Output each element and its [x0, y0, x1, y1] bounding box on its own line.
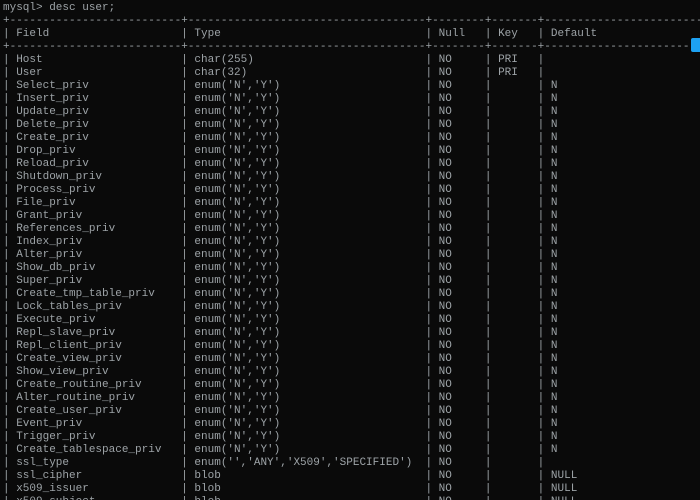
table-row: | Create_tablespace_priv | enum('N','Y')…: [3, 444, 697, 457]
table-row: | Show_view_priv | enum('N','Y') | NO | …: [3, 366, 697, 379]
table-row: | Super_priv | enum('N','Y') | NO | | N …: [3, 275, 697, 288]
table-row: | Alter_routine_priv | enum('N','Y') | N…: [3, 392, 697, 405]
table-row: | Update_priv | enum('N','Y') | NO | | N…: [3, 106, 697, 119]
table-row: | x509_subject | blob | NO | | NULL | |: [3, 496, 697, 500]
table-border: +--------------------------+------------…: [3, 41, 697, 54]
table-row: | Insert_priv | enum('N','Y') | NO | | N…: [3, 93, 697, 106]
table-row: | Alter_priv | enum('N','Y') | NO | | N …: [3, 249, 697, 262]
desc-user-table: +--------------------------+------------…: [3, 15, 697, 500]
table-row: | Select_priv | enum('N','Y') | NO | | N…: [3, 80, 697, 93]
table-row: | x509_issuer | blob | NO | | NULL | |: [3, 483, 697, 496]
table-row: | ssl_type | enum('','ANY','X509','SPECI…: [3, 457, 697, 470]
table-row: | Execute_priv | enum('N','Y') | NO | | …: [3, 314, 697, 327]
table-row: | Create_view_priv | enum('N','Y') | NO …: [3, 353, 697, 366]
table-row: | Create_routine_priv | enum('N','Y') | …: [3, 379, 697, 392]
table-row: | ssl_cipher | blob | NO | | NULL | |: [3, 470, 697, 483]
table-row: | Grant_priv | enum('N','Y') | NO | | N …: [3, 210, 697, 223]
table-row: | Create_priv | enum('N','Y') | NO | | N…: [3, 132, 697, 145]
table-row: | Drop_priv | enum('N','Y') | NO | | N |…: [3, 145, 697, 158]
table-row: | Reload_priv | enum('N','Y') | NO | | N…: [3, 158, 697, 171]
table-row: | Host | char(255) | NO | PRI | | |: [3, 54, 697, 67]
side-widget-stub[interactable]: [691, 38, 700, 52]
table-row: | Shutdown_priv | enum('N','Y') | NO | |…: [3, 171, 697, 184]
table-header-row: | Field | Type | Null | Key | Default | …: [3, 28, 697, 41]
table-row: | File_priv | enum('N','Y') | NO | | N |…: [3, 197, 697, 210]
table-row: | User | char(32) | NO | PRI | | |: [3, 67, 697, 80]
table-row: | Delete_priv | enum('N','Y') | NO | | N…: [3, 119, 697, 132]
table-row: | Event_priv | enum('N','Y') | NO | | N …: [3, 418, 697, 431]
mysql-prompt: mysql> desc user;: [3, 2, 697, 15]
table-row: | Create_user_priv | enum('N','Y') | NO …: [3, 405, 697, 418]
table-row: | Lock_tables_priv | enum('N','Y') | NO …: [3, 301, 697, 314]
mysql-terminal[interactable]: mysql> desc user; +---------------------…: [0, 0, 700, 500]
table-row: | Trigger_priv | enum('N','Y') | NO | | …: [3, 431, 697, 444]
table-row: | Process_priv | enum('N','Y') | NO | | …: [3, 184, 697, 197]
table-row: | Show_db_priv | enum('N','Y') | NO | | …: [3, 262, 697, 275]
table-border: +--------------------------+------------…: [3, 15, 697, 28]
table-row: | Repl_slave_priv | enum('N','Y') | NO |…: [3, 327, 697, 340]
table-row: | Index_priv | enum('N','Y') | NO | | N …: [3, 236, 697, 249]
table-row: | Repl_client_priv | enum('N','Y') | NO …: [3, 340, 697, 353]
table-row: | Create_tmp_table_priv | enum('N','Y') …: [3, 288, 697, 301]
table-row: | References_priv | enum('N','Y') | NO |…: [3, 223, 697, 236]
